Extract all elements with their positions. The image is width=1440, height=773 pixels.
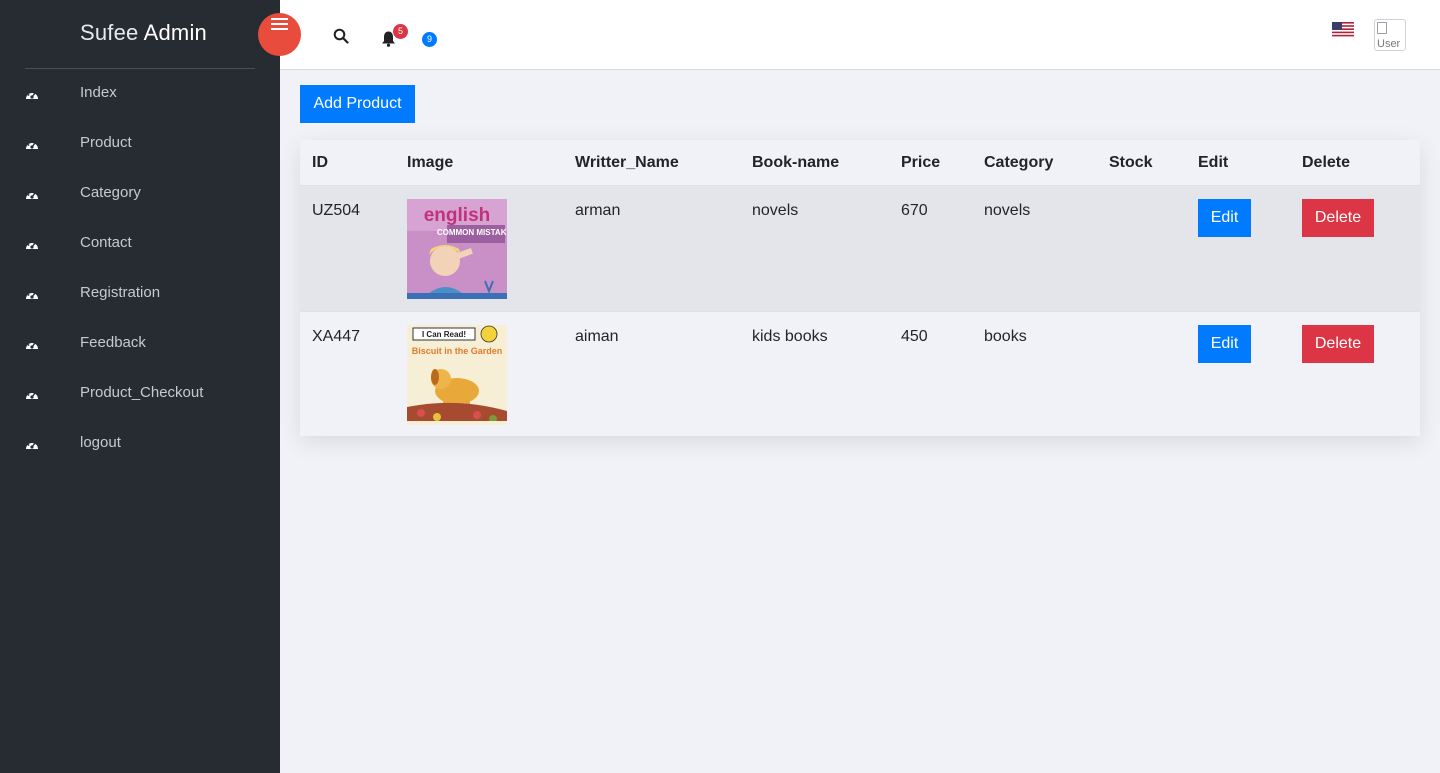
sidebar-item-product[interactable]: Product xyxy=(0,119,280,169)
dashboard-icon xyxy=(26,241,38,249)
dashboard-icon xyxy=(26,441,38,449)
edit-button[interactable]: Edit xyxy=(1198,199,1251,237)
menu-icon xyxy=(271,15,288,30)
cell-category: books xyxy=(984,328,1027,345)
cell-book-name: kids books xyxy=(752,328,828,345)
products-table: ID Image Writter_Name Book-name Price Ca… xyxy=(300,140,1420,436)
sidebar-item-label: Feedback xyxy=(80,334,146,351)
table-row: UZ504 english COMMON MISTAKES arman nove… xyxy=(300,186,1420,311)
cell-id: UZ504 xyxy=(312,202,361,219)
cell-price: 450 xyxy=(901,328,928,345)
sidebar-item-index[interactable]: Index xyxy=(0,69,280,119)
product-image: english COMMON MISTAKES xyxy=(407,199,507,299)
column-header-price: Price xyxy=(901,154,941,171)
column-header-writer: Writter_Name xyxy=(575,154,679,171)
cell-writer: arman xyxy=(575,202,621,219)
dashboard-icon xyxy=(26,341,38,349)
delete-button[interactable]: Delete xyxy=(1302,325,1374,363)
us-flag-icon[interactable] xyxy=(1332,22,1354,38)
product-image: I Can Read! Biscuit in the Garden xyxy=(407,325,507,425)
dashboard-icon xyxy=(26,91,38,99)
dashboard-icon xyxy=(26,191,38,199)
cell-category: novels xyxy=(984,202,1031,219)
column-header-delete: Delete xyxy=(1302,154,1351,171)
avatar-alt-text: User xyxy=(1377,38,1401,50)
column-header-image: Image xyxy=(407,154,454,171)
column-header-category: Category xyxy=(984,154,1054,171)
cover-title-text: english xyxy=(424,205,491,226)
sidebar-item-feedback[interactable]: Feedback xyxy=(0,319,280,369)
sidebar-item-label: logout xyxy=(80,434,121,451)
book-cover-image: I Can Read! Biscuit in the Garden xyxy=(407,325,507,425)
cover-subtitle-text: COMMON MISTAKES xyxy=(437,228,507,237)
sidebar-item-label: Product xyxy=(80,134,132,151)
column-header-edit: Edit xyxy=(1198,154,1229,171)
messages-count-badge[interactable]: 9 xyxy=(422,32,437,47)
column-header-id: ID xyxy=(312,154,328,171)
menu-toggle-button[interactable] xyxy=(258,13,301,56)
brand-name-bold: Admin xyxy=(143,20,207,45)
sidebar-item-contact[interactable]: Contact xyxy=(0,219,280,269)
search-icon[interactable] xyxy=(333,28,349,44)
sidebar-item-product-checkout[interactable]: Product_Checkout xyxy=(0,369,280,419)
top-header: 5 9 User xyxy=(258,0,1440,70)
delete-button[interactable]: Delete xyxy=(1302,199,1374,237)
cell-id: XA447 xyxy=(312,328,361,345)
user-avatar[interactable]: User xyxy=(1374,19,1406,51)
add-product-button[interactable]: Add Product xyxy=(300,85,415,123)
cover-title-text: Biscuit in the Garden xyxy=(412,346,503,356)
sidebar-item-logout[interactable]: logout xyxy=(0,419,280,469)
column-header-stock: Stock xyxy=(1109,154,1153,171)
brand-logo[interactable]: Sufee Admin xyxy=(80,20,207,46)
column-header-book: Book-name xyxy=(752,154,840,171)
cover-series-text: I Can Read! xyxy=(422,330,466,339)
sidebar: Sufee Admin Index Product Category Conta… xyxy=(0,0,280,773)
table-row: XA447 I Can Read! Biscuit in the Garden xyxy=(300,311,1420,436)
sidebar-item-label: Category xyxy=(80,184,141,201)
sidebar-item-label: Registration xyxy=(80,284,161,301)
edit-button[interactable]: Edit xyxy=(1198,325,1251,363)
notifications-count-badge: 5 xyxy=(393,24,408,39)
broken-image-icon xyxy=(1377,22,1387,34)
dashboard-icon xyxy=(26,141,38,149)
sidebar-nav: Index Product Category Contact Registrat… xyxy=(0,69,280,469)
cell-book-name: novels xyxy=(752,202,799,219)
sidebar-item-label: Index xyxy=(80,84,117,101)
brand-name-light: Sufee xyxy=(80,20,139,45)
dashboard-icon xyxy=(26,391,38,399)
dashboard-icon xyxy=(26,291,38,299)
sidebar-item-category[interactable]: Category xyxy=(0,169,280,219)
table-header-row: ID Image Writter_Name Book-name Price Ca… xyxy=(300,140,1420,186)
cell-writer: aiman xyxy=(575,328,619,345)
sidebar-item-registration[interactable]: Registration xyxy=(0,269,280,319)
magazine-cover-image: english COMMON MISTAKES xyxy=(407,199,507,299)
sidebar-item-label: Product_Checkout xyxy=(80,384,204,401)
cell-price: 670 xyxy=(901,202,928,219)
sidebar-item-label: Contact xyxy=(80,234,132,251)
